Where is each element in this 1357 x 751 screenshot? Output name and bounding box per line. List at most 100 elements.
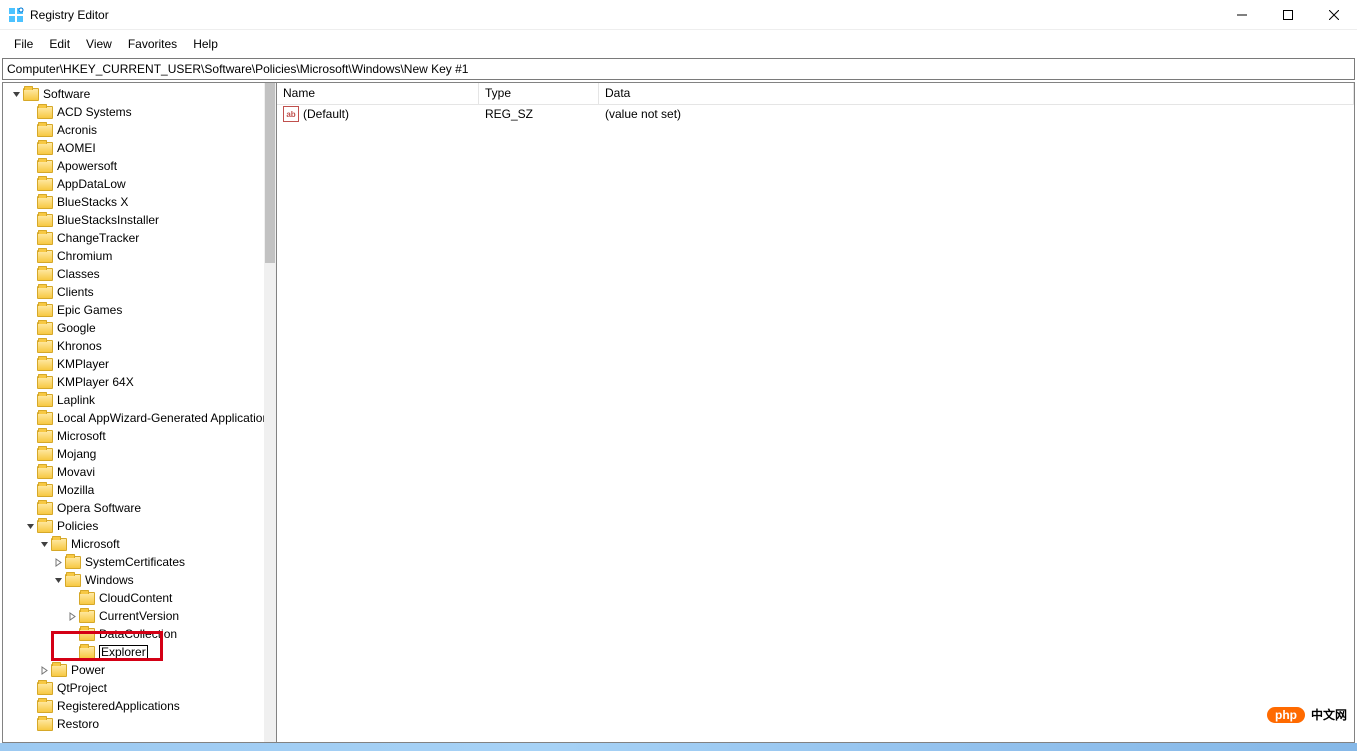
watermark-badge: php <box>1267 707 1305 723</box>
folder-icon <box>37 394 53 407</box>
tree-node[interactable]: Acronis <box>7 121 276 139</box>
tree-node[interactable]: Policies <box>7 517 276 535</box>
string-value-icon: ab <box>283 106 299 122</box>
tree-node-label: Opera Software <box>57 499 141 517</box>
tree-node-label: Mozilla <box>57 481 94 499</box>
tree-node-label: DataCollection <box>99 625 177 643</box>
tree-node-label: AppDataLow <box>57 175 126 193</box>
tree-node[interactable]: Laplink <box>7 391 276 409</box>
folder-icon <box>37 124 53 137</box>
tree-node-label: Software <box>43 85 90 103</box>
tree-node[interactable]: Opera Software <box>7 499 276 517</box>
tree-node-label: KMPlayer <box>57 355 109 373</box>
tree-node[interactable]: ACD Systems <box>7 103 276 121</box>
tree-node[interactable]: Mozilla <box>7 481 276 499</box>
tree-node-label: Acronis <box>57 121 97 139</box>
tree-node-label: Local AppWizard-Generated Applications <box>57 409 275 427</box>
tree-node-label: SystemCertificates <box>85 553 185 571</box>
expand-icon[interactable] <box>37 666 51 675</box>
tree-node[interactable]: CurrentVersion <box>7 607 276 625</box>
folder-icon <box>37 250 53 263</box>
tree-node-label: KMPlayer 64X <box>57 373 134 391</box>
tree-node[interactable]: KMPlayer 64X <box>7 373 276 391</box>
tree-node[interactable]: Classes <box>7 265 276 283</box>
expand-icon[interactable] <box>51 558 65 567</box>
tree-node[interactable]: DataCollection <box>7 625 276 643</box>
tree-node[interactable]: Software <box>7 85 276 103</box>
menu-file[interactable]: File <box>6 33 41 55</box>
tree-node[interactable]: Explorer <box>7 643 276 661</box>
tree-node[interactable]: KMPlayer <box>7 355 276 373</box>
folder-icon <box>37 340 53 353</box>
menu-view[interactable]: View <box>78 33 120 55</box>
tree-node[interactable]: Windows <box>7 571 276 589</box>
tree-node[interactable]: Restoro <box>7 715 276 733</box>
tree-node[interactable]: BlueStacks X <box>7 193 276 211</box>
tree-node[interactable]: ChangeTracker <box>7 229 276 247</box>
tree-node-label: Mojang <box>57 445 96 463</box>
tree-node[interactable]: CloudContent <box>7 589 276 607</box>
tree-node-label: CloudContent <box>99 589 172 607</box>
app-icon <box>8 7 24 23</box>
tree-node[interactable]: Khronos <box>7 337 276 355</box>
folder-icon <box>37 358 53 371</box>
folder-icon <box>37 430 53 443</box>
column-type[interactable]: Type <box>479 83 599 105</box>
watermark: php 中文网 <box>1267 706 1347 723</box>
window-title: Registry Editor <box>30 8 109 22</box>
folder-icon <box>65 556 81 569</box>
folder-icon <box>37 466 53 479</box>
folder-icon <box>79 610 95 623</box>
menu-favorites[interactable]: Favorites <box>120 33 185 55</box>
collapse-icon[interactable] <box>9 90 23 99</box>
close-button[interactable] <box>1311 0 1357 29</box>
menu-help[interactable]: Help <box>185 33 226 55</box>
expand-icon[interactable] <box>65 612 79 621</box>
tree-node[interactable]: SystemCertificates <box>7 553 276 571</box>
column-name[interactable]: Name <box>277 83 479 105</box>
address-bar[interactable]: Computer\HKEY_CURRENT_USER\Software\Poli… <box>2 58 1355 80</box>
tree-node[interactable]: Local AppWizard-Generated Applications <box>7 409 276 427</box>
collapse-icon[interactable] <box>51 576 65 585</box>
minimize-button[interactable] <box>1219 0 1265 29</box>
tree-node-label: Laplink <box>57 391 95 409</box>
scrollbar-thumb[interactable] <box>265 83 275 263</box>
tree-node-label: Policies <box>57 517 98 535</box>
maximize-button[interactable] <box>1265 0 1311 29</box>
tree-node[interactable]: AOMEI <box>7 139 276 157</box>
list-body[interactable]: ab(Default)REG_SZ(value not set) <box>277 105 1354 742</box>
folder-icon <box>37 322 53 335</box>
value-row[interactable]: ab(Default)REG_SZ(value not set) <box>277 105 1354 123</box>
tree-scrollbar[interactable] <box>264 83 276 742</box>
registry-tree[interactable]: SoftwareACD SystemsAcronisAOMEIApowersof… <box>3 83 276 735</box>
collapse-icon[interactable] <box>23 522 37 531</box>
tree-node-label: Windows <box>85 571 134 589</box>
folder-icon <box>37 718 53 731</box>
column-data[interactable]: Data <box>599 83 1354 105</box>
tree-node-label: RegisteredApplications <box>57 697 180 715</box>
tree-node-label: Chromium <box>57 247 112 265</box>
tree-node[interactable]: Power <box>7 661 276 679</box>
tree-node[interactable]: AppDataLow <box>7 175 276 193</box>
value-data-cell: (value not set) <box>599 107 1354 121</box>
tree-node-label: CurrentVersion <box>99 607 179 625</box>
tree-node[interactable]: Apowersoft <box>7 157 276 175</box>
rename-input[interactable]: Explorer <box>99 645 148 660</box>
tree-node[interactable]: Clients <box>7 283 276 301</box>
folder-icon <box>51 664 67 677</box>
tree-node[interactable]: QtProject <box>7 679 276 697</box>
tree-node[interactable]: Microsoft <box>7 427 276 445</box>
tree-node[interactable]: Chromium <box>7 247 276 265</box>
list-header: Name Type Data <box>277 83 1354 105</box>
tree-node[interactable]: RegisteredApplications <box>7 697 276 715</box>
tree-node[interactable]: BlueStacksInstaller <box>7 211 276 229</box>
collapse-icon[interactable] <box>37 540 51 549</box>
tree-node[interactable]: Movavi <box>7 463 276 481</box>
tree-node[interactable]: Microsoft <box>7 535 276 553</box>
menu-edit[interactable]: Edit <box>41 33 78 55</box>
tree-node[interactable]: Google <box>7 319 276 337</box>
title-bar: Registry Editor <box>0 0 1357 30</box>
tree-node-label: Power <box>71 661 105 679</box>
tree-node[interactable]: Epic Games <box>7 301 276 319</box>
tree-node[interactable]: Mojang <box>7 445 276 463</box>
